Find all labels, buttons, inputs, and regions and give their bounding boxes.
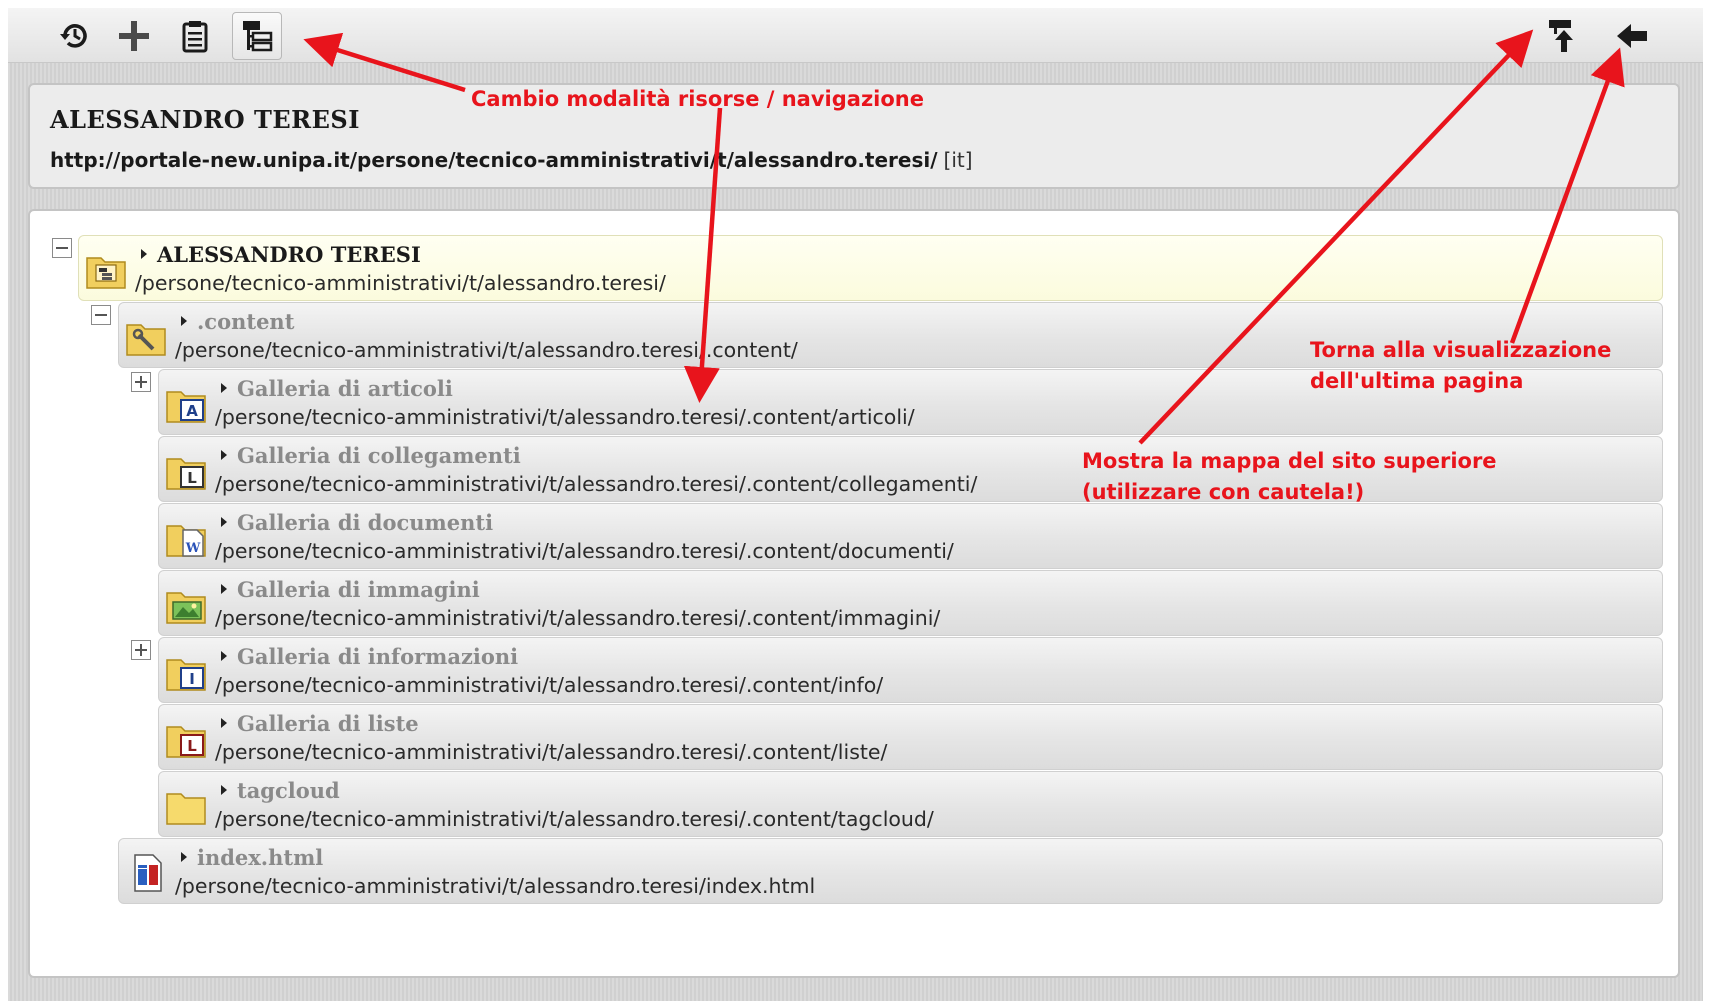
list-folder-icon: L <box>166 726 206 758</box>
plain-folder-icon <box>166 793 206 825</box>
sitemap-toggle-icon <box>243 21 273 52</box>
tree-node-title-text: Galleria di articoli <box>237 376 453 401</box>
tree-node-path: /persone/tecnico-amministrativi/t/alessa… <box>215 472 978 496</box>
expand-arrow-icon[interactable] <box>221 583 227 594</box>
mode-switch-button[interactable] <box>232 12 282 60</box>
tree-node-title: Galleria di articoli <box>221 376 453 401</box>
annotation-back-line1: Torna alla visualizzazione <box>1310 338 1612 362</box>
expand-arrow-icon[interactable] <box>221 717 227 728</box>
tree-node-immagini[interactable]: Galleria di immagini /persone/tecnico-am… <box>158 570 1663 636</box>
tree-node-path: /persone/tecnico-amministrativi/t/alessa… <box>215 405 915 429</box>
expand-arrow-icon[interactable] <box>221 784 227 795</box>
expand-arrow-icon[interactable] <box>221 516 227 527</box>
tree-node-documenti[interactable]: W Galleria di documenti /persone/tecnico… <box>158 503 1663 569</box>
parent-sitemap-button[interactable] <box>1537 12 1587 60</box>
history-icon <box>60 24 87 48</box>
tree-node-title-text: tagcloud <box>237 778 340 803</box>
page-title: ALESSANDRO TERESI <box>50 105 360 134</box>
toolbar <box>8 8 1703 63</box>
tree-node-path: /persone/tecnico-amministrativi/t/alessa… <box>215 673 884 697</box>
tree-node-path: /persone/tecnico-amministrativi/t/alessa… <box>215 807 934 831</box>
tree-node-title: .content <box>181 309 294 334</box>
add-icon <box>119 21 149 51</box>
tree-node-path: /persone/tecnico-amministrativi/t/alessa… <box>175 874 816 898</box>
tree-node-title-text: Galleria di informazioni <box>237 644 519 669</box>
annotation-parent-line2: (utilizzare con cautela!) <box>1082 480 1365 504</box>
locale-badge: [it] <box>943 148 973 172</box>
add-button[interactable] <box>109 12 159 60</box>
document-folder-icon: W <box>166 525 206 557</box>
annotation-parent-line1: Mostra la mappa del sito superiore <box>1082 449 1497 473</box>
tree-node-liste[interactable]: L Galleria di liste /persone/tecnico-amm… <box>158 704 1663 770</box>
svg-text:A: A <box>186 402 198 420</box>
tree-node-title: index.html <box>181 845 323 870</box>
info-folder-icon: I <box>166 659 206 691</box>
page-url[interactable]: http://portale-new.unipa.it/persone/tecn… <box>50 148 973 172</box>
tree-node-index[interactable]: index.html /persone/tecnico-amministrati… <box>118 838 1663 904</box>
svg-text:I: I <box>189 670 195 688</box>
expand-arrow-icon[interactable] <box>221 650 227 661</box>
annotation-mode-switch: Cambio modalità risorse / navigazione <box>471 87 924 111</box>
tree-node-path: /persone/tecnico-amministrativi/t/alessa… <box>215 740 888 764</box>
tree-node-title-text: Galleria di collegamenti <box>237 443 521 468</box>
clipboard-button[interactable] <box>170 12 220 60</box>
svg-text:L: L <box>187 469 197 487</box>
tree-node-title: Galleria di collegamenti <box>221 443 521 468</box>
tree-node-title: tagcloud <box>221 778 340 803</box>
collapse-content-toggle[interactable] <box>91 305 111 325</box>
tree-node-title: Galleria di immagini <box>221 577 480 602</box>
clipboard-icon <box>182 21 208 53</box>
sitemap-tree: ALESSANDRO TERESI /persone/tecnico-ammin… <box>28 209 1680 978</box>
tree-node-path: /persone/tecnico-amministrativi/t/alessa… <box>215 606 941 630</box>
expand-arrow-icon[interactable] <box>141 248 147 259</box>
expand-arrow-icon[interactable] <box>221 382 227 393</box>
tree-node-path: /persone/tecnico-amministrativi/t/alessa… <box>215 539 954 563</box>
tree-node-root[interactable]: ALESSANDRO TERESI /persone/tecnico-ammin… <box>78 235 1663 301</box>
config-folder-icon <box>126 324 166 356</box>
expand-arrow-icon[interactable] <box>221 449 227 460</box>
annotation-back-line2: dell'ultima pagina <box>1310 369 1524 393</box>
article-folder-icon: A <box>166 391 206 423</box>
image-folder-icon <box>166 592 206 624</box>
tree-node-title-text: Galleria di immagini <box>237 577 480 602</box>
parent-sitemap-icon <box>1549 20 1573 52</box>
tree-node-title-text: Galleria di liste <box>237 711 419 736</box>
back-button[interactable] <box>1607 12 1657 60</box>
tree-node-path: /persone/tecnico-amministrativi/t/alessa… <box>175 338 798 362</box>
expand-info-toggle[interactable] <box>131 640 151 660</box>
svg-text:W: W <box>185 541 201 556</box>
history-button[interactable] <box>50 12 100 60</box>
root-folder-icon <box>86 257 126 289</box>
page-url-text: http://portale-new.unipa.it/persone/tecn… <box>50 148 938 172</box>
svg-text:L: L <box>187 737 197 755</box>
tree-node-path: /persone/tecnico-amministrativi/t/alessa… <box>135 271 666 295</box>
tree-node-info[interactable]: I Galleria di informazioni /persone/tecn… <box>158 637 1663 703</box>
expand-articoli-toggle[interactable] <box>131 372 151 392</box>
tree-node-title: Galleria di informazioni <box>221 644 518 669</box>
tree-node-title-text: index.html <box>197 845 324 870</box>
tree-node-title: Galleria di documenti <box>221 510 493 535</box>
link-folder-icon: L <box>166 458 206 490</box>
expand-arrow-icon[interactable] <box>181 315 187 326</box>
html-page-icon <box>134 854 162 892</box>
collapse-root-toggle[interactable] <box>52 238 72 258</box>
tree-node-title-text: .content <box>197 309 295 334</box>
expand-arrow-icon[interactable] <box>181 851 187 862</box>
back-arrow-icon <box>1617 24 1647 48</box>
tree-node-title: Galleria di liste <box>221 711 419 736</box>
tree-node-title-text: ALESSANDRO TERESI <box>157 242 421 267</box>
tree-node-tagcloud[interactable]: tagcloud /persone/tecnico-amministrativi… <box>158 771 1663 837</box>
tree-node-title-text: Galleria di documenti <box>237 510 494 535</box>
tree-node-title: ALESSANDRO TERESI <box>141 242 421 267</box>
